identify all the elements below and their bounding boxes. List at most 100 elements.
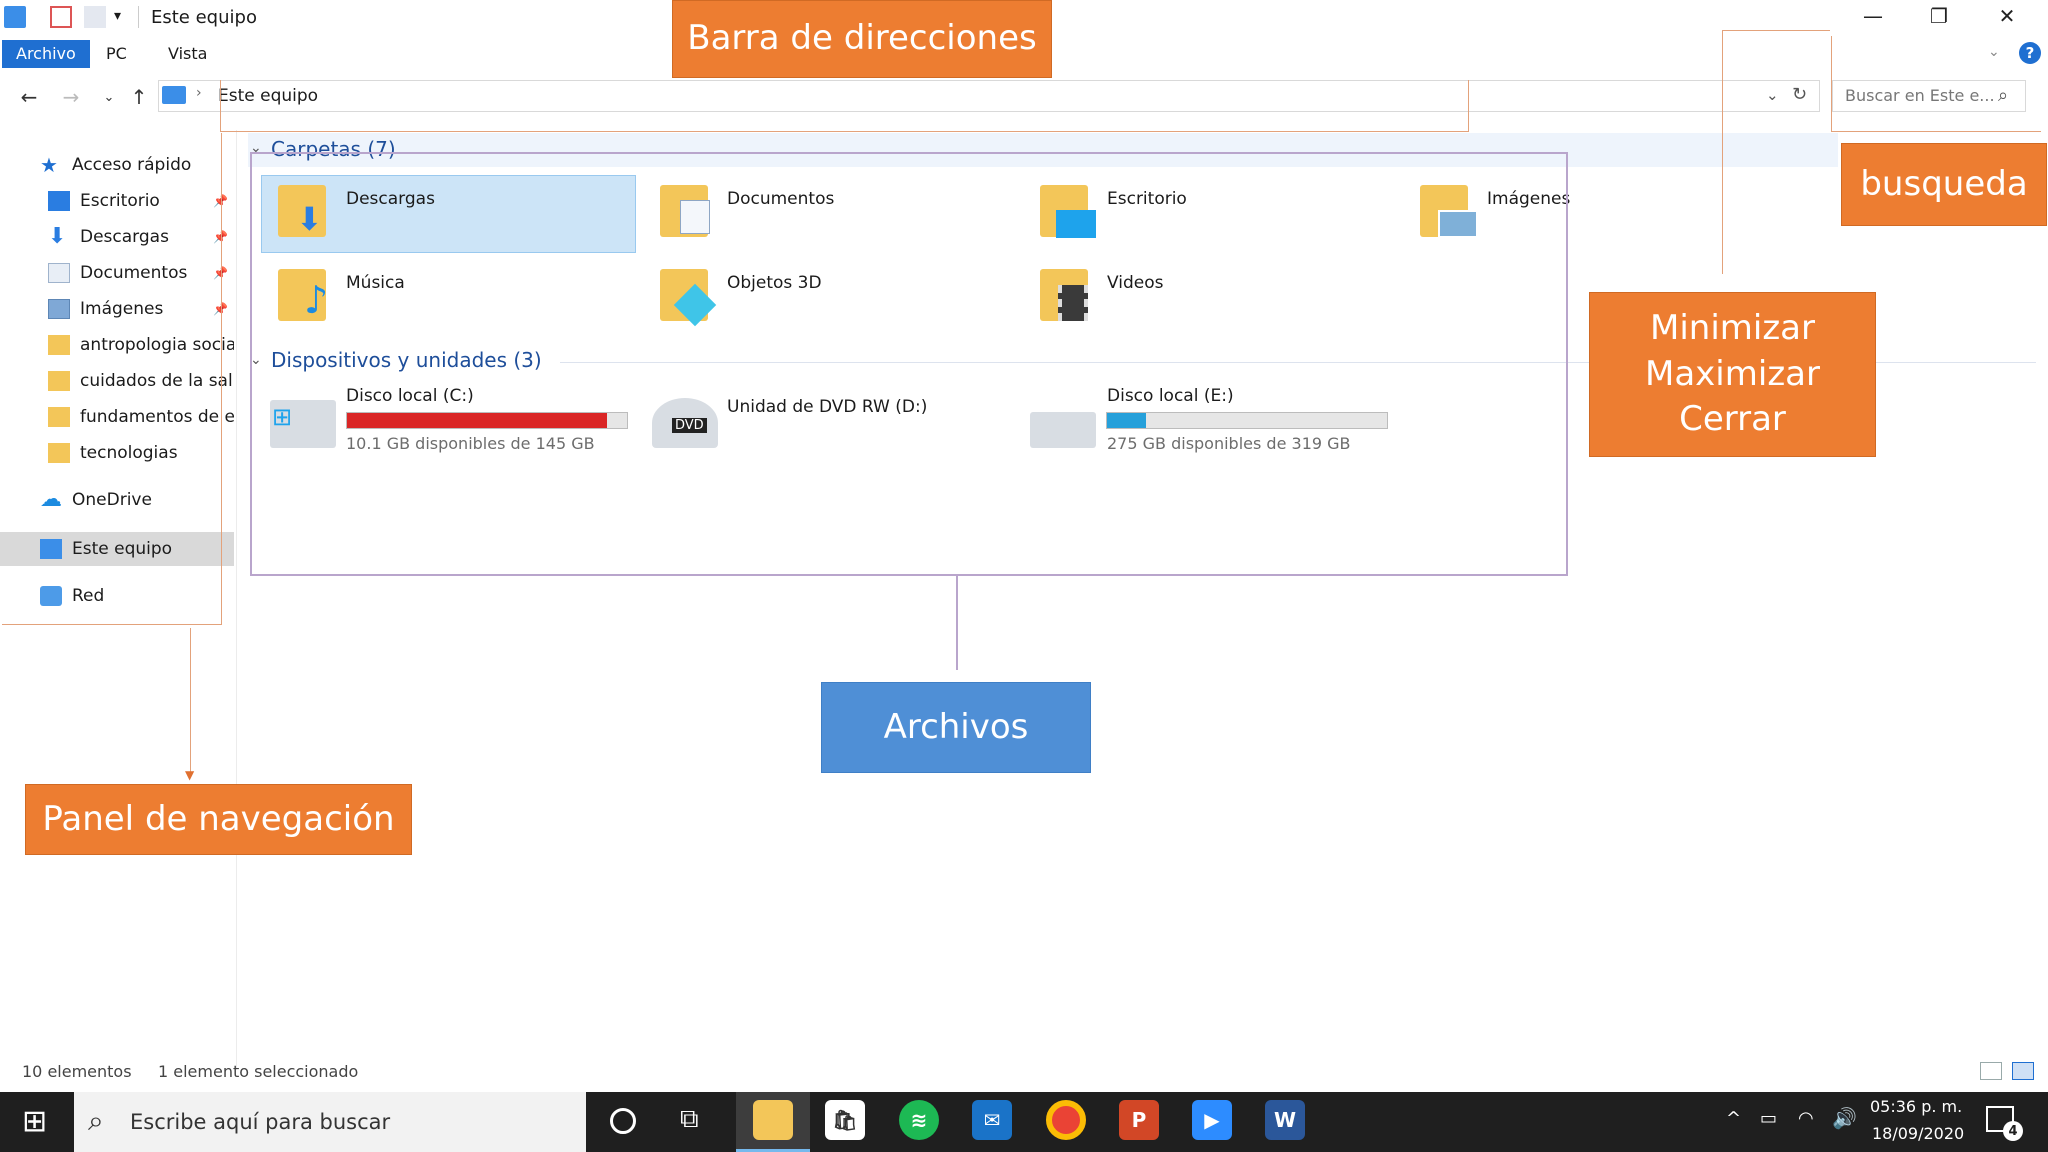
cloud-icon: ☁ xyxy=(40,487,62,512)
close-button[interactable]: ✕ xyxy=(1974,0,2040,32)
nav-bracket-line xyxy=(2,624,222,625)
nav-label: Red xyxy=(72,586,105,606)
notification-count-badge: 4 xyxy=(2003,1121,2023,1141)
address-bar[interactable] xyxy=(158,80,1820,112)
customize-toolbar-icon[interactable]: ▾ xyxy=(114,8,121,24)
callout-line-close: Cerrar xyxy=(1679,399,1786,440)
nav-quick-access[interactable]: ★ Acceso rápido xyxy=(40,150,191,180)
title-divider xyxy=(138,6,139,28)
tab-archivo[interactable]: Archivo xyxy=(2,40,90,68)
callout-line-maximize: Maximizar xyxy=(1645,353,1820,394)
minimize-button[interactable]: — xyxy=(1840,0,1906,32)
volume-icon[interactable]: 🔊 xyxy=(1832,1106,1857,1130)
breadcrumb-chevron-icon: › xyxy=(196,85,202,101)
star-icon: ★ xyxy=(40,153,58,177)
network-icon xyxy=(40,586,62,606)
nav-pane-divider xyxy=(236,130,237,1070)
store-icon[interactable]: 🛍 xyxy=(825,1100,865,1140)
taskbar-search-text: Escribe aquí para buscar xyxy=(130,1110,391,1134)
search-icon[interactable]: ⌕ xyxy=(1998,85,2008,106)
powerpoint-icon[interactable]: P xyxy=(1119,1100,1159,1140)
search-pointer-line xyxy=(1831,131,2041,132)
windows-start-icon[interactable]: ⊞ xyxy=(22,1106,47,1138)
nav-label: Documentos xyxy=(80,263,188,283)
controls-pointer-line xyxy=(1722,30,1830,31)
large-icons-view-icon[interactable] xyxy=(2012,1062,2034,1080)
nav-pointer-line xyxy=(190,628,191,772)
search-pointer-line xyxy=(1831,36,1832,132)
status-item-count: 10 elementos xyxy=(22,1062,132,1081)
nav-label: tecnologias xyxy=(80,443,178,463)
nav-item-descargas[interactable]: ⬇ Descargas 📌 xyxy=(48,222,228,252)
back-button[interactable]: ← xyxy=(16,84,42,110)
nav-label: antropologia social xyxy=(80,335,234,355)
file-explorer-icon[interactable] xyxy=(753,1100,793,1140)
search-icon: ⌕ xyxy=(88,1104,104,1137)
refresh-icon[interactable]: ↻ xyxy=(1792,84,1807,105)
pointer-arrow-icon: ▼ xyxy=(185,768,195,782)
address-text[interactable]: Este equipo xyxy=(218,86,318,106)
spotify-icon[interactable]: ≋ xyxy=(899,1100,939,1140)
callout-nav-panel: Panel de navegación xyxy=(25,784,412,855)
tab-pc[interactable]: PC xyxy=(92,40,141,68)
help-icon[interactable]: ? xyxy=(2019,42,2041,64)
address-dropdown-icon[interactable]: ⌄ xyxy=(1766,86,1779,104)
new-folder-icon[interactable] xyxy=(84,6,106,28)
status-selected: 1 elemento seleccionado xyxy=(158,1062,359,1081)
nav-label: Este equipo xyxy=(72,539,173,559)
nav-label: OneDrive xyxy=(72,490,152,510)
tab-vista[interactable]: Vista xyxy=(154,40,221,68)
pictures-icon xyxy=(48,299,70,319)
word-icon[interactable]: W xyxy=(1265,1100,1305,1140)
nav-label: Imágenes xyxy=(80,299,164,319)
chrome-icon[interactable] xyxy=(1046,1100,1086,1140)
expand-ribbon-icon[interactable]: ⌄ xyxy=(1988,44,2000,60)
task-view-icon[interactable]: ⧉ xyxy=(680,1104,699,1135)
callout-address-bar: Barra de direcciones xyxy=(672,0,1052,78)
recent-locations-icon[interactable]: ⌄ xyxy=(96,84,122,110)
taskbar-time[interactable]: 05:36 p. m. xyxy=(1870,1097,1962,1116)
folder-icon xyxy=(48,443,70,463)
nav-label: Acceso rápido xyxy=(72,155,192,175)
document-icon xyxy=(48,263,70,283)
nav-this-pc[interactable]: Este equipo xyxy=(40,534,172,564)
nav-onedrive[interactable]: ☁ OneDrive xyxy=(40,485,152,515)
window-title: Este equipo xyxy=(151,7,257,28)
nav-item-cuidados[interactable]: cuidados de la salu xyxy=(48,366,234,396)
properties-icon[interactable] xyxy=(50,6,72,28)
zoom-icon[interactable]: ▶ xyxy=(1192,1100,1232,1140)
nav-item-escritorio[interactable]: Escritorio 📌 xyxy=(48,186,228,216)
wifi-icon[interactable]: ◠ xyxy=(1798,1108,1814,1129)
details-view-icon[interactable] xyxy=(1980,1062,2002,1080)
folder-icon xyxy=(48,371,70,391)
nav-item-tecnologias[interactable]: tecnologias xyxy=(48,438,234,468)
taskbar-date[interactable]: 18/09/2020 xyxy=(1872,1124,1964,1143)
show-hidden-icons-icon[interactable]: ^ xyxy=(1726,1108,1741,1129)
files-pointer-line xyxy=(956,576,958,670)
callout-files: Archivos xyxy=(821,682,1091,773)
desktop-icon xyxy=(48,191,70,211)
cortana-icon[interactable] xyxy=(610,1108,636,1134)
forward-button[interactable]: → xyxy=(58,84,84,110)
callout-window-controls: Minimizar Maximizar Cerrar xyxy=(1589,292,1876,457)
callout-search: busqueda xyxy=(1841,143,2047,226)
nav-item-fundamentos[interactable]: fundamentos de en xyxy=(48,402,234,432)
this-pc-icon xyxy=(162,86,186,104)
controls-pointer-line xyxy=(1722,30,1723,274)
address-bracket-line xyxy=(1468,80,1469,132)
maximize-button[interactable]: ❐ xyxy=(1906,0,1972,32)
nav-label: fundamentos de en xyxy=(80,407,234,427)
nav-item-antropologia[interactable]: antropologia social xyxy=(48,330,234,360)
nav-network[interactable]: Red xyxy=(40,581,104,611)
download-icon: ⬇ xyxy=(48,224,67,249)
files-frame xyxy=(250,152,1568,576)
nav-item-documentos[interactable]: Documentos 📌 xyxy=(48,258,228,288)
this-pc-icon xyxy=(4,6,26,28)
up-button[interactable]: ↑ xyxy=(126,84,152,110)
nav-item-imagenes[interactable]: Imágenes 📌 xyxy=(48,294,228,324)
nav-label: Descargas xyxy=(80,227,169,247)
mail-icon[interactable]: ✉ xyxy=(972,1100,1012,1140)
battery-icon[interactable]: ▭ xyxy=(1760,1108,1777,1129)
folder-icon xyxy=(48,407,70,427)
this-pc-icon xyxy=(40,539,62,559)
